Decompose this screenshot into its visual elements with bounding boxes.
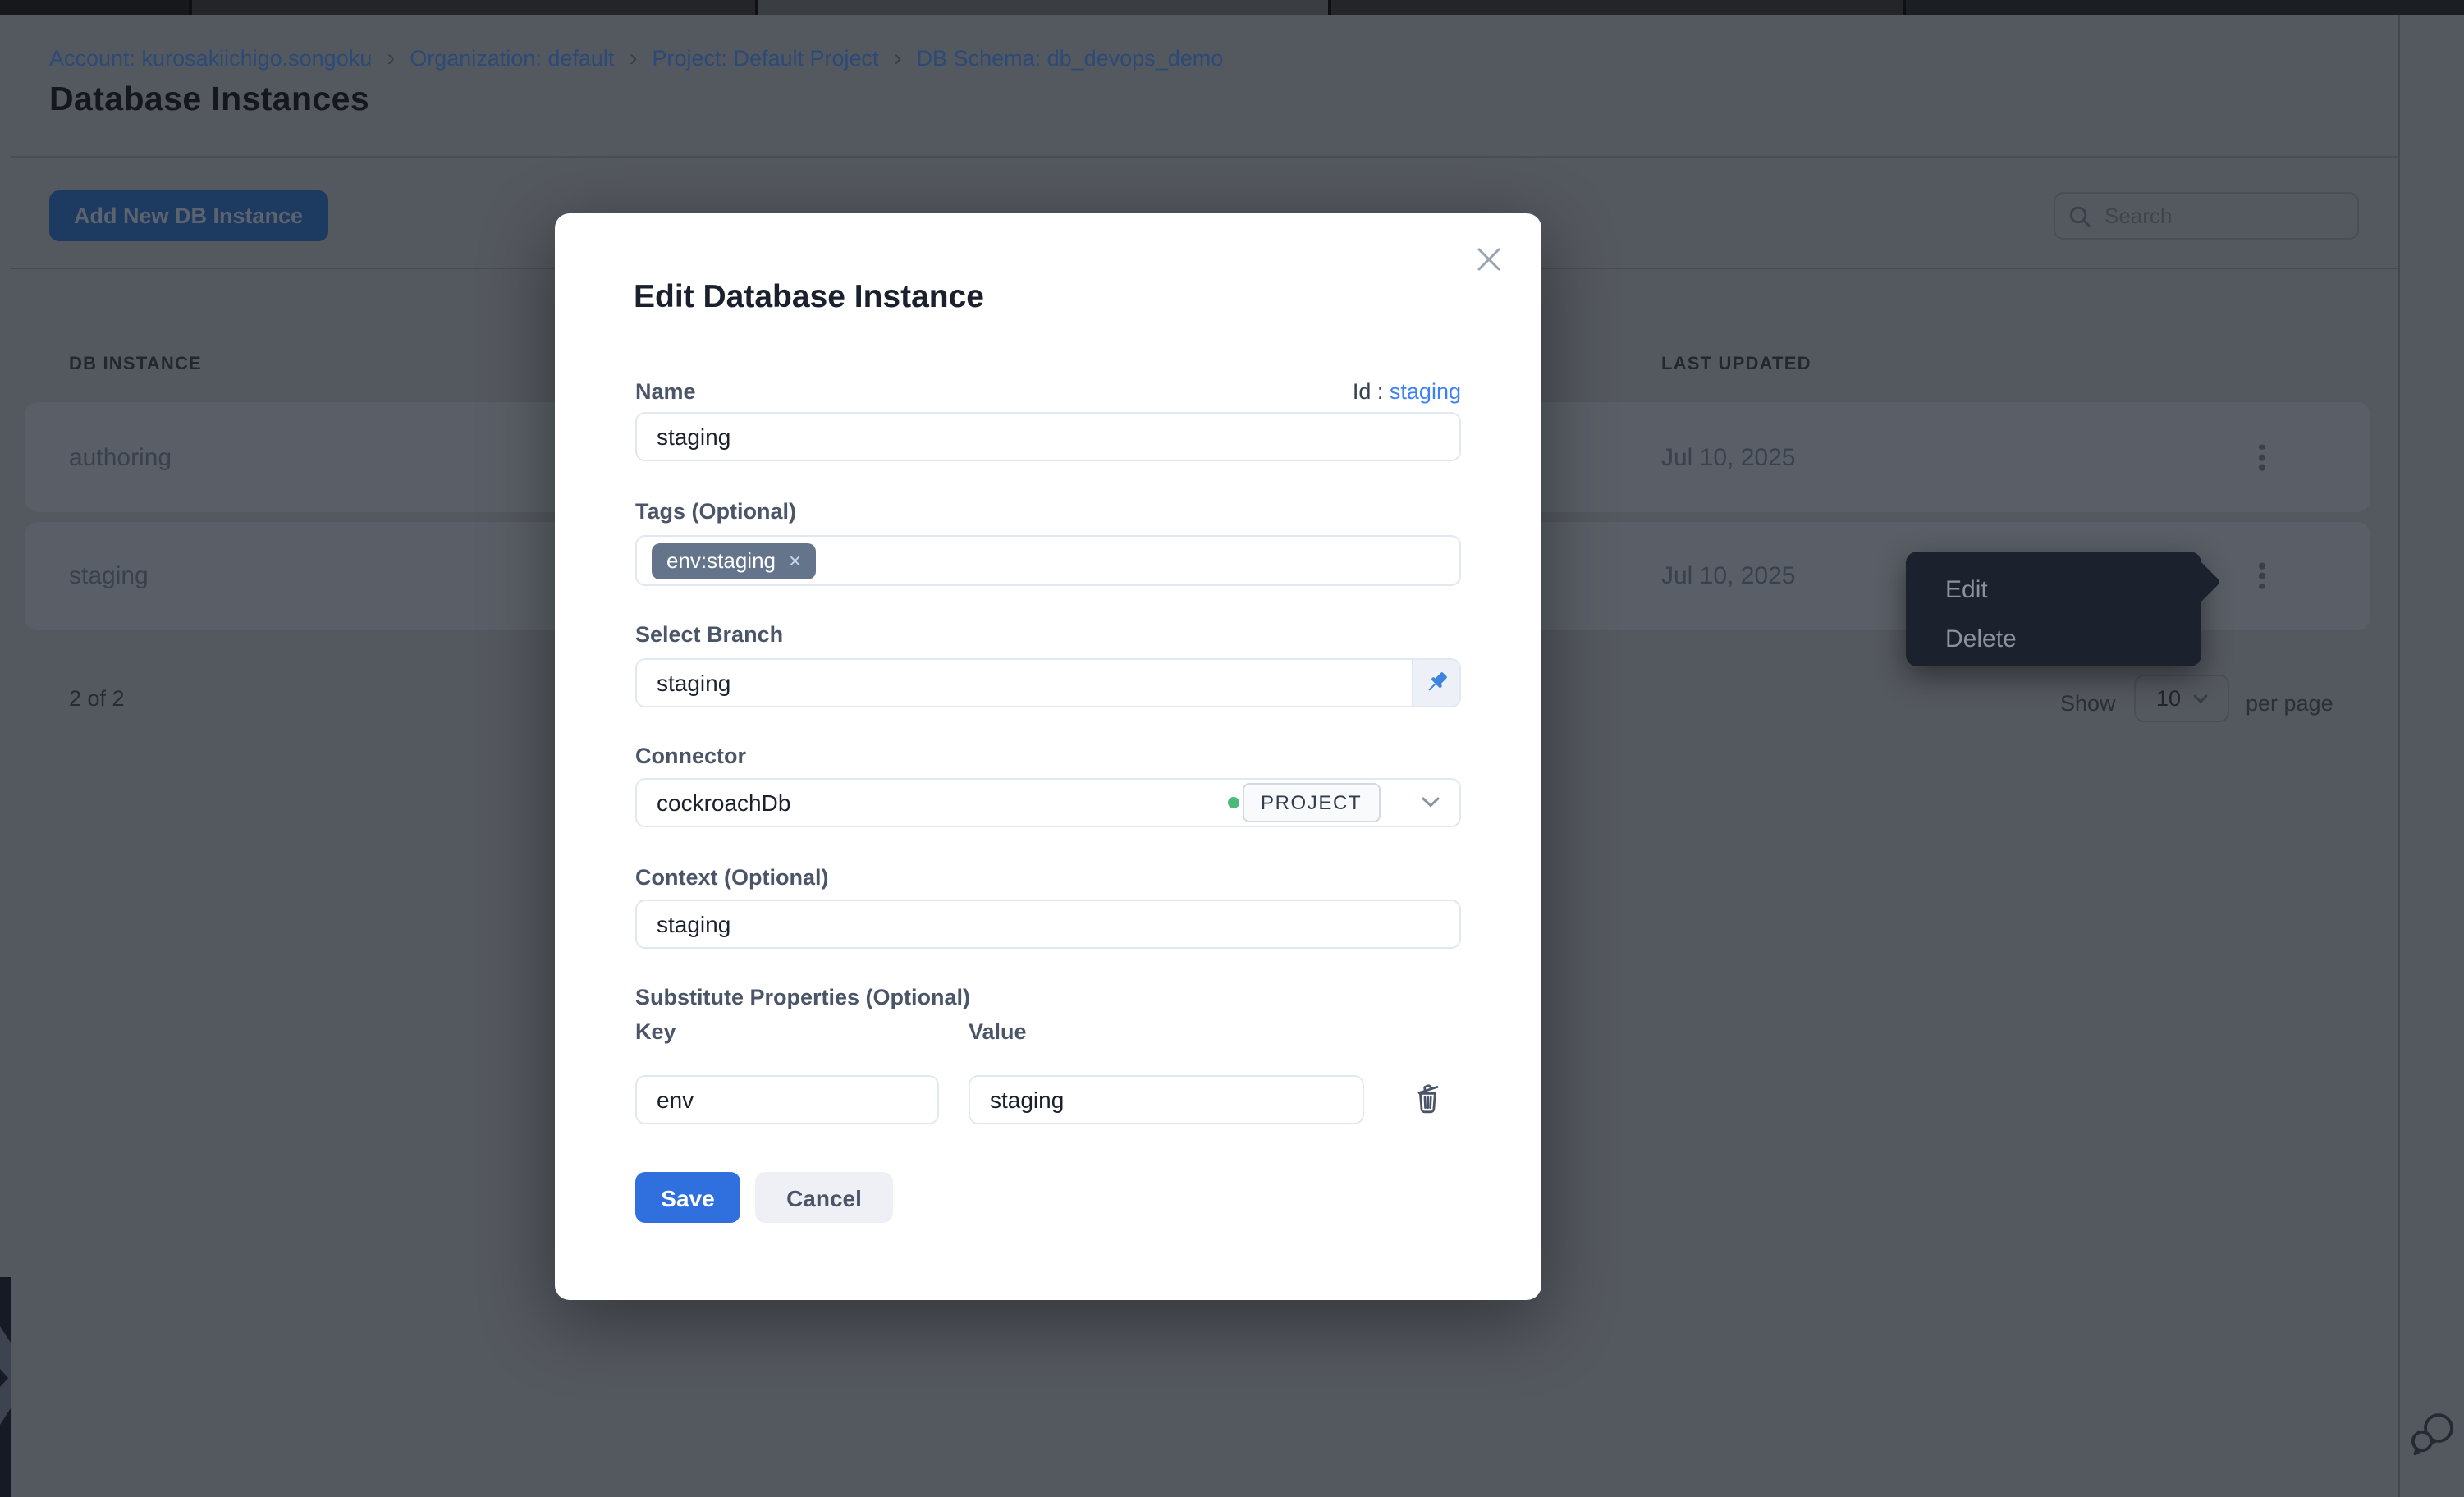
id-label: Id	[1353, 379, 1372, 404]
breadcrumb-organization-link[interactable]: Organization: default	[410, 46, 614, 71]
tags-label: Tags (Optional)	[635, 499, 796, 524]
db-instance-name: authoring	[69, 443, 172, 471]
pin-button[interactable]	[1412, 660, 1459, 706]
browser-tab-active	[758, 0, 1328, 15]
instance-id: Id : staging	[1353, 379, 1461, 404]
browser-tab	[1906, 0, 2464, 15]
trash-icon[interactable]	[1413, 1082, 1443, 1115]
chat-bubbles-icon[interactable]	[2407, 1408, 2459, 1461]
tags-input[interactable]: env:staging ×	[635, 535, 1461, 586]
content-right-border	[2398, 15, 2400, 1497]
edit-database-instance-modal: Edit Database Instance Name Id : staging…	[555, 213, 1541, 1300]
column-header-last-updated: LAST UPDATED	[1661, 355, 1811, 374]
cancel-button[interactable]: Cancel	[755, 1172, 893, 1223]
substitute-properties-label: Substitute Properties (Optional)	[635, 985, 970, 1009]
connector-label: Connector	[635, 744, 746, 768]
modal-title: Edit Database Instance	[634, 279, 984, 317]
tag-remove-icon[interactable]: ×	[789, 550, 801, 571]
context-input[interactable]	[635, 900, 1461, 949]
substitute-key-input[interactable]	[635, 1075, 939, 1124]
row-context-menu: Edit Delete	[1906, 552, 2201, 666]
browser-tab	[192, 0, 755, 15]
page-size-select[interactable]: 10	[2134, 675, 2229, 722]
context-menu-delete[interactable]: Delete	[1906, 619, 2201, 662]
breadcrumb-project-link[interactable]: Project: Default Project	[652, 46, 878, 71]
page-size-value: 10	[2156, 686, 2181, 711]
id-value-link[interactable]: staging	[1390, 379, 1461, 404]
connector-scope-badge: PROJECT	[1243, 783, 1380, 822]
breadcrumb-account-link[interactable]: Account: kurosakiichigo.songoku	[49, 46, 372, 71]
column-header-db-instance: DB INSTANCE	[69, 355, 202, 374]
last-updated-value: Jul 10, 2025	[1661, 443, 1795, 471]
close-icon[interactable]	[1474, 245, 1504, 274]
breadcrumb: Account: kurosakiichigo.songoku › Organi…	[49, 46, 1223, 71]
branch-input[interactable]	[637, 660, 1412, 706]
name-input[interactable]	[635, 412, 1461, 461]
context-label: Context (Optional)	[635, 865, 829, 890]
branch-label: Select Branch	[635, 622, 783, 647]
db-instance-name: staging	[69, 562, 149, 590]
header-divider	[11, 156, 2398, 158]
browser-tab	[1331, 0, 1903, 15]
add-db-instance-button[interactable]: Add New DB Instance	[49, 190, 327, 241]
context-menu-edit[interactable]: Edit	[1906, 570, 2201, 612]
per-page-label: per page	[2246, 691, 2333, 716]
browser-tab-strip	[0, 0, 2464, 15]
row-count-label: 2 of 2	[69, 686, 125, 711]
breadcrumb-separator: ›	[387, 48, 395, 69]
show-label: Show	[2060, 691, 2116, 716]
breadcrumb-separator: ›	[629, 48, 637, 69]
chevron-down-icon	[1422, 797, 1440, 808]
browser-tab	[0, 0, 189, 15]
substitute-value-input[interactable]	[969, 1075, 1364, 1124]
id-separator: :	[1371, 379, 1390, 404]
tag-chip-text: env:staging	[666, 548, 776, 573]
connector-select[interactable]: cockroachDb PROJECT	[635, 778, 1461, 827]
key-label: Key	[635, 1019, 676, 1044]
pushpin-icon	[1423, 670, 1450, 696]
breadcrumb-schema-link[interactable]: DB Schema: db_devops_demo	[917, 46, 1224, 71]
search-input[interactable]	[2101, 202, 2338, 230]
last-updated-value: Jul 10, 2025	[1661, 562, 1795, 590]
kebab-menu-icon[interactable]	[2252, 437, 2272, 478]
search-icon	[2068, 204, 2091, 227]
search-box[interactable]	[2054, 192, 2359, 240]
breadcrumb-separator: ›	[894, 48, 902, 69]
page-title: Database Instances	[49, 80, 369, 120]
kebab-menu-icon[interactable]	[2252, 556, 2272, 597]
app-root: Account: kurosakiichigo.songoku › Organi…	[0, 0, 2464, 1497]
branch-field	[635, 658, 1461, 707]
name-label: Name	[635, 379, 696, 404]
status-dot-icon	[1228, 797, 1239, 808]
chevron-down-icon	[2192, 694, 2207, 703]
connector-value: cockroachDb	[657, 790, 790, 816]
save-button[interactable]: Save	[635, 1172, 740, 1223]
value-label: Value	[969, 1019, 1027, 1044]
tag-chip: env:staging ×	[652, 542, 816, 579]
